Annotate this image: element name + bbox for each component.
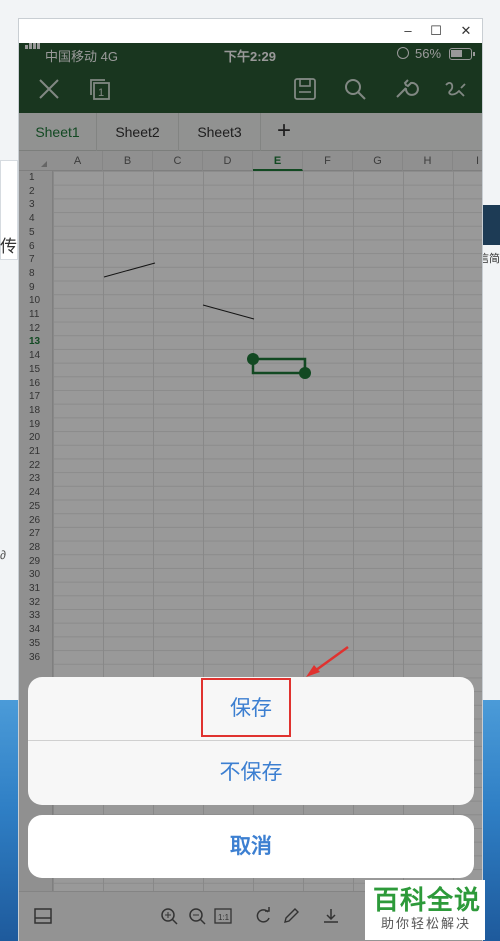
dimming-overlay[interactable]: [19, 43, 482, 941]
maximize-button[interactable]: ☐: [425, 21, 447, 41]
desktop-left-text: 传: [0, 237, 17, 256]
watermark-logo: 百科全说 助你轻松解决: [365, 880, 485, 940]
red-arrow-icon: [306, 645, 349, 677]
emulator-window: – ☐ ✕ 中国移动 4G 下午2:29 56% 1 Sheet1 Sheet2…: [18, 18, 483, 941]
cancel-button[interactable]: 取消: [28, 815, 474, 878]
dont-save-button[interactable]: 不保存: [28, 741, 474, 804]
close-window-button[interactable]: ✕: [455, 21, 477, 41]
minimize-button[interactable]: –: [397, 21, 419, 41]
phone-screen: 中国移动 4G 下午2:29 56% 1 Sheet1 Sheet2 Sheet…: [19, 43, 482, 941]
watermark-main: 百科全说: [373, 885, 482, 915]
save-highlight-box: [201, 678, 291, 737]
desktop-left-small: ∂: [0, 548, 6, 562]
watermark-sub: 助你轻松解决: [381, 916, 472, 931]
desktop-right-thumbnail: [480, 205, 500, 245]
window-titlebar: – ☐ ✕: [19, 19, 482, 43]
